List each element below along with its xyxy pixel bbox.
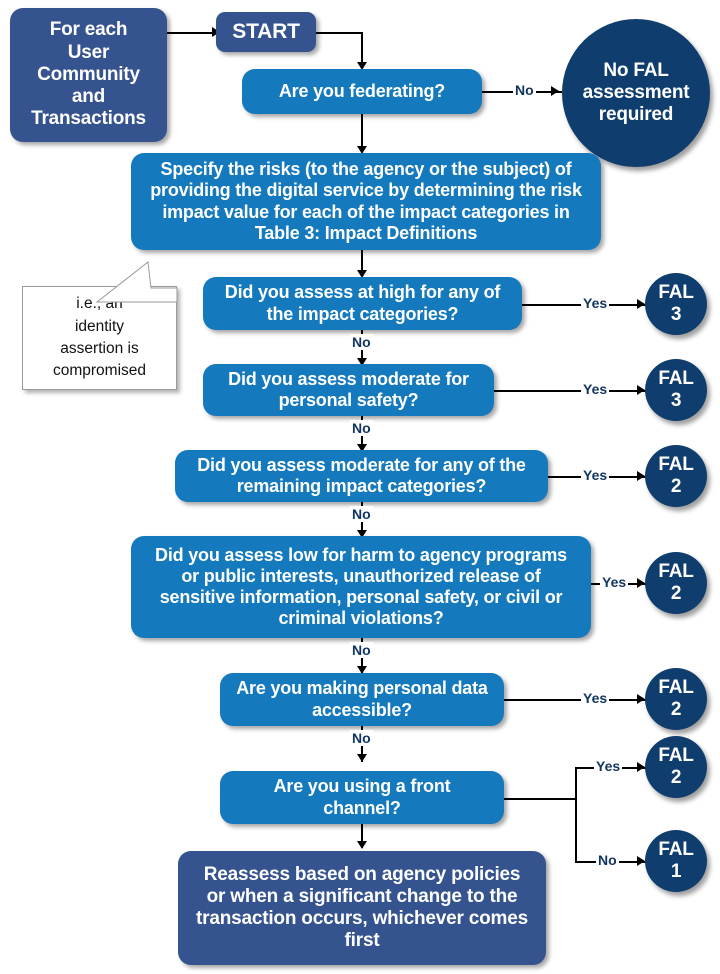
node-fal3-safety-label: FAL 3	[658, 367, 694, 411]
connector-front-out	[504, 798, 576, 800]
arrowhead-remaining-yes	[637, 471, 645, 481]
edge-label-high-no: No	[350, 334, 373, 350]
node-front-channel[interactable]: Are you using a front channel?	[220, 771, 504, 824]
node-specify-risks[interactable]: Specify the risks (to the agency or the …	[131, 153, 601, 250]
edge-label-safety-yes: Yes	[581, 381, 610, 397]
node-fal2-low-harm[interactable]: FAL 2	[645, 552, 707, 614]
node-assess-moderate-remaining[interactable]: Did you assess moderate for any of the r…	[175, 450, 548, 502]
node-fal1-front-channel[interactable]: FAL 1	[645, 830, 707, 892]
arrowhead-front-to-reassess	[357, 841, 367, 849]
flowchart-canvas: No Yes No Yes No Yes No Yes No Yes No Ye…	[0, 0, 720, 974]
arrowhead-personal-to-front	[357, 754, 367, 762]
edge-label-front-yes: Yes	[594, 758, 623, 774]
arrowhead-front-no	[637, 856, 645, 866]
node-fal2-front-channel-label: FAL 2	[658, 744, 694, 788]
connector-safety-yes	[494, 390, 646, 392]
node-assess-moderate-safety-label: Did you assess moderate for personal saf…	[228, 368, 469, 410]
node-reassess[interactable]: Reassess based on agency policies or whe…	[178, 851, 546, 965]
arrowhead-safety-yes	[637, 385, 645, 395]
edge-label-front-no: No	[596, 852, 619, 868]
node-fal2-personal-data[interactable]: FAL 2	[645, 668, 707, 730]
edge-label-low-yes: Yes	[600, 574, 629, 590]
node-assess-low-harm[interactable]: Did you assess low for harm to agency pr…	[131, 536, 591, 638]
arrowhead-high-yes	[637, 299, 645, 309]
edge-label-remaining-no: No	[350, 506, 373, 522]
node-assess-moderate-remaining-label: Did you assess moderate for any of the r…	[197, 454, 526, 496]
node-fal1-label: FAL 1	[658, 838, 694, 882]
node-fal2-remaining[interactable]: FAL 2	[645, 445, 707, 507]
callout-pointer-icon	[95, 261, 178, 303]
node-fal2-front-channel[interactable]: FAL 2	[645, 736, 707, 798]
node-assess-high-label: Did you assess at high for any of the im…	[224, 282, 501, 324]
arrowhead-personal-yes	[637, 694, 645, 704]
node-start-label: START	[232, 19, 300, 43]
node-assess-moderate-personal-safety[interactable]: Did you assess moderate for personal saf…	[203, 364, 494, 416]
node-start[interactable]: START	[216, 12, 316, 52]
connector-personal-yes	[504, 699, 646, 701]
node-personal-data-accessible-label: Are you making personal data accessible?	[236, 678, 488, 720]
edge-label-federating-no: No	[513, 82, 536, 98]
node-fal3-high-label: FAL 3	[658, 281, 694, 325]
connector-start-right	[316, 32, 363, 34]
node-specify-risks-label: Specify the risks (to the agency or the …	[150, 159, 582, 243]
connector-foreach-to-start	[167, 32, 217, 34]
arrowhead-federating-no	[551, 86, 559, 96]
node-for-each-user-community[interactable]: For each User Community and Transactions	[10, 8, 167, 142]
node-fal3-safety[interactable]: FAL 3	[645, 359, 707, 421]
connector-front-split	[575, 767, 577, 862]
node-no-fal-assessment-label: No FAL assessment required	[582, 59, 690, 126]
node-fal3-high[interactable]: FAL 3	[645, 273, 707, 335]
node-fal2-remaining-label: FAL 2	[658, 453, 694, 497]
edge-label-personal-yes: Yes	[581, 690, 610, 706]
edge-label-personal-no: No	[350, 730, 373, 746]
edge-label-low-no: No	[350, 642, 373, 658]
node-assess-low-harm-label: Did you assess low for harm to agency pr…	[155, 544, 567, 629]
node-reassess-label: Reassess based on agency policies or whe…	[196, 863, 528, 952]
node-fal2-personal-data-label: FAL 2	[658, 676, 694, 720]
arrowhead-low-yes	[637, 578, 645, 588]
node-for-each-label: For each User Community and Transactions	[31, 19, 146, 130]
edge-label-safety-no: No	[350, 420, 373, 436]
node-are-you-federating-label: Are you federating?	[278, 80, 446, 101]
node-fal2-low-harm-label: FAL 2	[658, 560, 694, 604]
node-are-you-federating[interactable]: Are you federating?	[242, 69, 482, 114]
node-assess-high[interactable]: Did you assess at high for any of the im…	[203, 277, 522, 330]
node-front-channel-label: Are you using a front channel?	[273, 776, 451, 818]
arrowhead-front-yes	[637, 762, 645, 772]
edge-label-high-yes: Yes	[581, 295, 610, 311]
edge-label-remaining-yes: Yes	[581, 467, 610, 483]
node-no-fal-assessment-required[interactable]: No FAL assessment required	[562, 19, 710, 167]
node-personal-data-accessible[interactable]: Are you making personal data accessible?	[220, 673, 504, 726]
